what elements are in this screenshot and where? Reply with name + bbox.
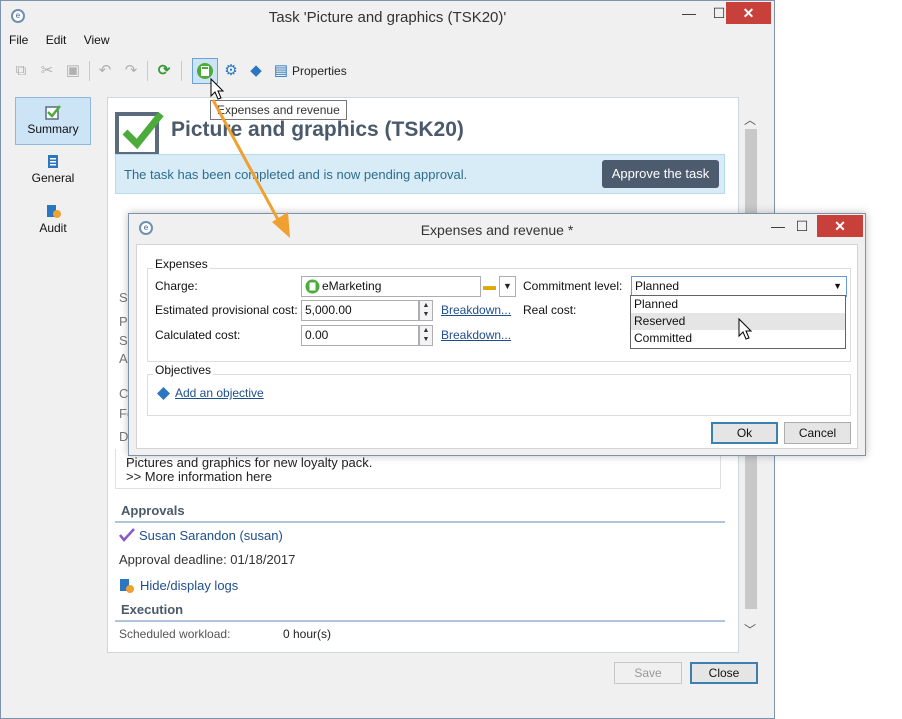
dialog-close-button[interactable]: ✕ (817, 215, 863, 237)
execution-heading: Execution (115, 600, 725, 622)
commitment-label: Commitment level: (523, 279, 623, 293)
scroll-down-icon[interactable]: ﹀ (744, 621, 756, 638)
properties-button[interactable]: Properties (292, 64, 347, 78)
commitment-option-reserved[interactable]: Reserved (631, 313, 845, 330)
audit-icon (47, 205, 61, 218)
approve-task-button[interactable]: Approve the task (602, 160, 719, 188)
chevron-down-icon: ▼ (833, 281, 842, 291)
menu-edit[interactable]: Edit (46, 33, 67, 47)
task-title: Picture and graphics (TSK20) (171, 118, 464, 141)
ok-button[interactable]: Ok (711, 422, 778, 444)
minimize-button[interactable]: — (674, 2, 704, 24)
task-status-check-icon (115, 108, 165, 158)
nav-label: Audit (39, 221, 67, 235)
menu-bar: File Edit View (9, 33, 124, 51)
menu-view[interactable]: View (84, 33, 110, 47)
calculated-cost-spinner[interactable]: ▲ ▼ (419, 325, 433, 346)
undo-icon[interactable]: ↶ (95, 61, 115, 81)
commitment-select[interactable]: Planned ▼ (631, 276, 847, 297)
close-window-button[interactable]: ✕ (726, 2, 771, 24)
clipboard-icon[interactable]: ▤ (271, 61, 291, 81)
redo-icon[interactable]: ↷ (121, 61, 141, 81)
status-banner: The task has been completed and is now p… (115, 154, 725, 194)
approvals-heading: Approvals (115, 501, 725, 523)
charge-field[interactable]: eMarketing (301, 276, 481, 297)
workload-value: 0 hour(s) (283, 627, 332, 641)
commitment-dropdown-list: Planned Reserved Committed (630, 295, 846, 349)
refresh-icon[interactable]: ⟳ (154, 61, 174, 81)
toolbar-separator (89, 61, 90, 81)
commitment-value: Planned (635, 279, 680, 293)
nav-summary[interactable]: Summary (15, 97, 91, 145)
approver-link[interactable]: Susan Sarandon (susan) (139, 528, 283, 543)
checkbox-icon (45, 105, 61, 120)
commitment-option-committed[interactable]: Committed (631, 330, 845, 347)
expenses-revenue-button[interactable] (192, 58, 218, 84)
charge-value: eMarketing (322, 279, 382, 293)
calculated-cost-label: Calculated cost: (155, 328, 241, 342)
folder-icon[interactable]: ▬ (483, 278, 499, 295)
save-button[interactable]: Save (614, 662, 682, 684)
estimated-breakdown-link[interactable]: Breakdown... (441, 303, 511, 317)
nav-general[interactable]: General (15, 147, 91, 195)
nav-label: Summary (27, 122, 79, 136)
charge-label: Charge: (155, 279, 198, 293)
copy-icon[interactable]: ⧉ (11, 61, 31, 81)
toolbar: ⧉ ✂ ▣ ↶ ↷ ⟳ ⚙ ◆ ▤ Properties (9, 57, 764, 85)
audit-icon[interactable]: ◆ (246, 61, 266, 81)
estimated-cost-label: Estimated provisional cost: (155, 303, 298, 317)
menu-file[interactable]: File (9, 33, 28, 47)
objective-icon (157, 387, 170, 400)
clipboard-icon (48, 155, 58, 168)
nav-label: General (31, 171, 75, 185)
calculated-breakdown-link[interactable]: Breakdown... (441, 328, 511, 342)
description-line: >> More information here (126, 469, 272, 484)
cancel-button[interactable]: Cancel (784, 422, 851, 444)
approved-check-icon (119, 528, 135, 542)
logs-icon (120, 579, 134, 593)
paste-icon[interactable]: ▣ (63, 61, 83, 81)
dialog-maximize-button[interactable]: ☐ (787, 215, 817, 237)
partial-label: C (119, 386, 129, 401)
dialog-title: Expenses and revenue * (420, 222, 574, 238)
expenses-tooltip: Expenses and revenue (210, 100, 347, 120)
calculator-icon (305, 279, 320, 294)
toolbar-separator (147, 61, 148, 81)
calculator-icon (197, 63, 213, 79)
left-nav: Summary General Audit (15, 97, 93, 657)
hide-display-logs-link[interactable]: Hide/display logs (140, 578, 238, 593)
status-banner-text: The task has been completed and is now p… (124, 167, 468, 182)
charge-dropdown-button[interactable]: ▼ (499, 276, 516, 297)
description-line: Pictures and graphics for new loyalty pa… (126, 455, 373, 470)
commitment-option-planned[interactable]: Planned (631, 296, 845, 313)
estimated-cost-spinner[interactable]: ▲ ▼ (419, 300, 433, 321)
cut-icon[interactable]: ✂ (37, 61, 57, 81)
nav-audit[interactable]: Audit (15, 197, 91, 245)
expenses-group-label: Expenses (153, 257, 210, 271)
calculated-cost-input[interactable]: 0.00 (301, 325, 419, 346)
add-objective-link[interactable]: Add an objective (175, 386, 264, 400)
scroll-up-icon[interactable]: ︿ (744, 111, 756, 128)
window-title: Task 'Picture and graphics (TSK20)' (268, 9, 507, 26)
real-cost-label: Real cost: (523, 303, 577, 317)
partial-label: D (119, 429, 129, 444)
objectives-group-label: Objectives (153, 363, 214, 377)
approval-deadline: Approval deadline: 01/18/2017 (119, 552, 296, 567)
gear-icon[interactable]: ⚙ (221, 61, 241, 81)
toolbar-separator (181, 61, 182, 81)
expenses-revenue-dialog: e Expenses and revenue * — ☐ ✕ Expenses … (128, 213, 866, 456)
workload-label: Scheduled workload: (119, 627, 231, 641)
title-bar: e Task 'Picture and graphics (TSK20)' — … (1, 1, 774, 33)
estimated-cost-input[interactable]: 5,000.00 (301, 300, 419, 321)
close-button[interactable]: Close (690, 662, 758, 684)
